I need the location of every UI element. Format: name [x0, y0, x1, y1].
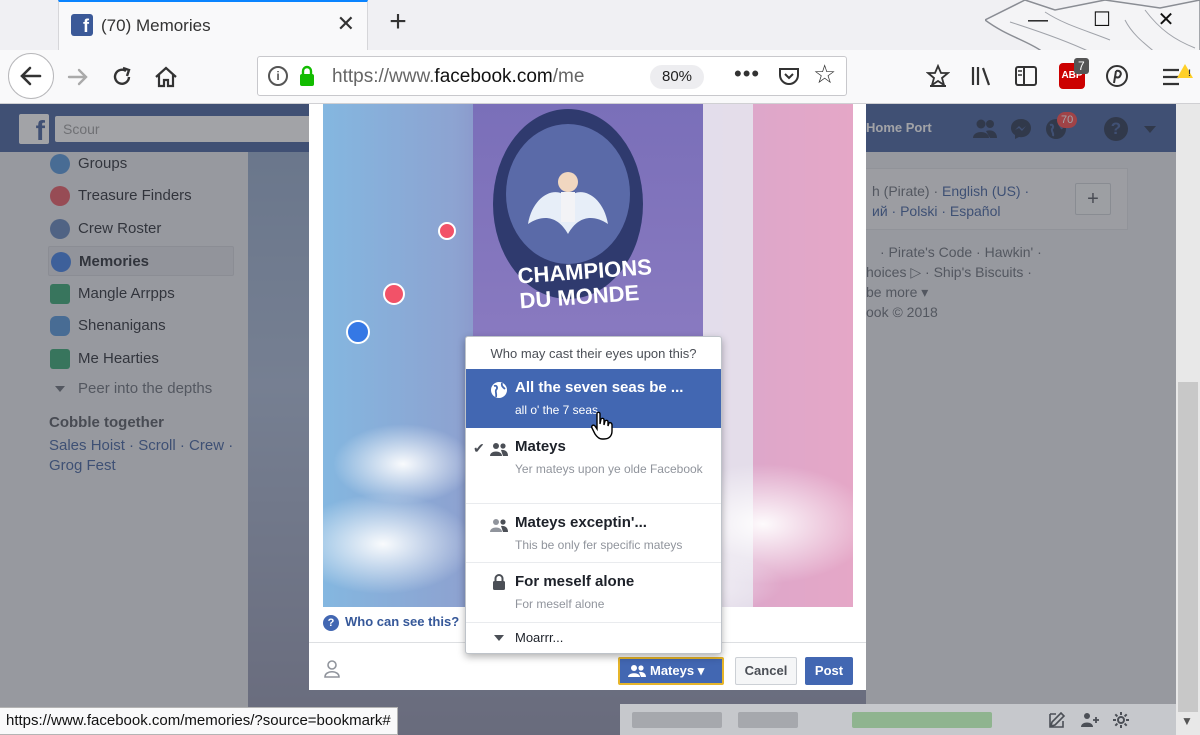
friends-icon — [490, 443, 508, 456]
audience-option-public[interactable]: All the seven seas be ... all o' the 7 s… — [466, 369, 721, 440]
back-arrow-icon — [20, 66, 42, 86]
zoom-level-badge[interactable]: 80% — [650, 65, 705, 89]
tab-strip: f (70) Memories ✕ + — ☐ ✕ — [0, 0, 1200, 108]
tab-close-icon[interactable]: ✕ — [337, 11, 355, 37]
site-info-icon[interactable]: i — [268, 66, 288, 86]
home-icon — [155, 66, 177, 88]
create-group-icon[interactable] — [1080, 711, 1100, 729]
window-maximize-button[interactable]: ☐ — [1088, 6, 1116, 34]
forward-button[interactable] — [58, 57, 98, 97]
post-button[interactable]: Post — [805, 657, 853, 685]
forward-arrow-icon — [67, 68, 88, 86]
friends-except-icon — [490, 519, 508, 532]
who-can-see-link[interactable]: ? Who can see this? — [323, 614, 459, 631]
bookmarks-star-icon[interactable] — [926, 64, 950, 88]
window-minimize-button[interactable]: — — [1024, 6, 1052, 34]
svg-text:!: ! — [1188, 68, 1191, 78]
selected-check-icon: ✔ — [473, 440, 485, 456]
page-actions-more-icon[interactable]: ••• — [734, 61, 760, 87]
reload-icon — [113, 66, 131, 85]
new-message-icon[interactable] — [1048, 711, 1066, 729]
browser-tab[interactable]: f (70) Memories ✕ — [58, 0, 368, 50]
help-question-icon: ? — [323, 615, 339, 631]
bookmark-star-icon[interactable]: ☆ — [813, 59, 836, 90]
tag-friends-icon[interactable] — [323, 659, 343, 679]
back-button[interactable] — [8, 53, 54, 99]
status-bar-url: https://www.facebook.com/memories/?sourc… — [0, 707, 398, 735]
cancel-button[interactable]: Cancel — [735, 657, 797, 685]
sidebar-icon[interactable] — [1014, 64, 1038, 88]
facebook-favicon-icon: f — [71, 14, 93, 36]
friends-icon — [628, 665, 646, 677]
home-button[interactable] — [146, 57, 186, 97]
navigation-toolbar: i https://www.facebook.com/me 80% ••• ☆ … — [0, 50, 1200, 104]
audience-selector-button[interactable]: Mateys ▾ — [618, 657, 724, 685]
audience-option-mateys[interactable]: ✔ Mateys Yer mateys upon ye olde Faceboo… — [466, 428, 721, 504]
lock-icon[interactable] — [298, 65, 316, 87]
url-text[interactable]: https://www.facebook.com/me — [332, 66, 632, 88]
pocket-icon[interactable] — [777, 64, 801, 88]
audience-dropdown: Who may cast their eyes upon this? All t… — [465, 336, 722, 654]
globe-icon — [491, 382, 507, 398]
audience-option-only-me[interactable]: For meself alone For meself alone — [466, 563, 721, 622]
audience-option-friends-except[interactable]: Mateys exceptin'... This be only fer spe… — [466, 504, 721, 563]
reload-button[interactable] — [102, 57, 142, 97]
audience-option-more[interactable]: Moarrr... — [466, 622, 721, 654]
adblock-count-badge: 7 — [1074, 58, 1089, 74]
scrollbar-thumb[interactable] — [1178, 382, 1198, 712]
chevron-down-icon — [494, 635, 504, 641]
lock-icon — [493, 574, 505, 590]
page-scrollbar[interactable] — [1176, 104, 1200, 735]
library-icon[interactable] — [970, 64, 994, 88]
url-bar[interactable]: i https://www.facebook.com/me 80% ••• ☆ — [257, 56, 847, 96]
pinterest-icon[interactable] — [1105, 64, 1129, 88]
window-close-button[interactable]: ✕ — [1152, 6, 1180, 34]
chat-bar[interactable] — [620, 704, 1176, 735]
chat-settings-gear-icon[interactable] — [1112, 711, 1130, 729]
dropdown-header: Who may cast their eyes upon this? — [490, 346, 697, 361]
menu-hamburger-icon[interactable]: ! — [1160, 64, 1194, 90]
tab-title: (70) Memories — [101, 16, 211, 35]
new-tab-button[interactable]: + — [380, 5, 416, 39]
scroll-down-arrow-icon[interactable]: ▼ — [1181, 714, 1193, 728]
